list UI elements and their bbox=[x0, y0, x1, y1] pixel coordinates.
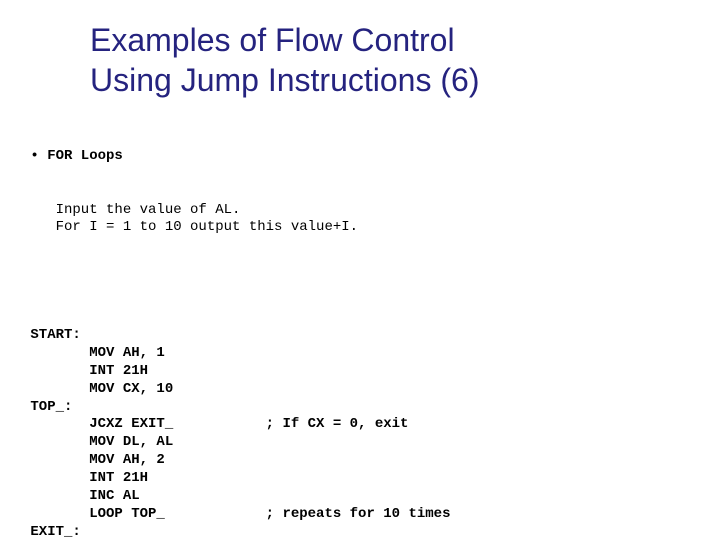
bullet-for-loops: • FOR Loops bbox=[22, 148, 702, 166]
slide-title: Examples of Flow Control Using Jump Inst… bbox=[0, 0, 720, 100]
slide: Examples of Flow Control Using Jump Inst… bbox=[0, 0, 720, 540]
code-block: START: MOV AH, 1 INT 21H MOV CX, 10 TOP_… bbox=[22, 327, 702, 540]
blank-line bbox=[22, 273, 702, 291]
description: Input the value of AL. For I = 1 to 10 o… bbox=[22, 202, 702, 238]
slide-body: • FOR Loops Input the value of AL. For I… bbox=[0, 100, 720, 540]
